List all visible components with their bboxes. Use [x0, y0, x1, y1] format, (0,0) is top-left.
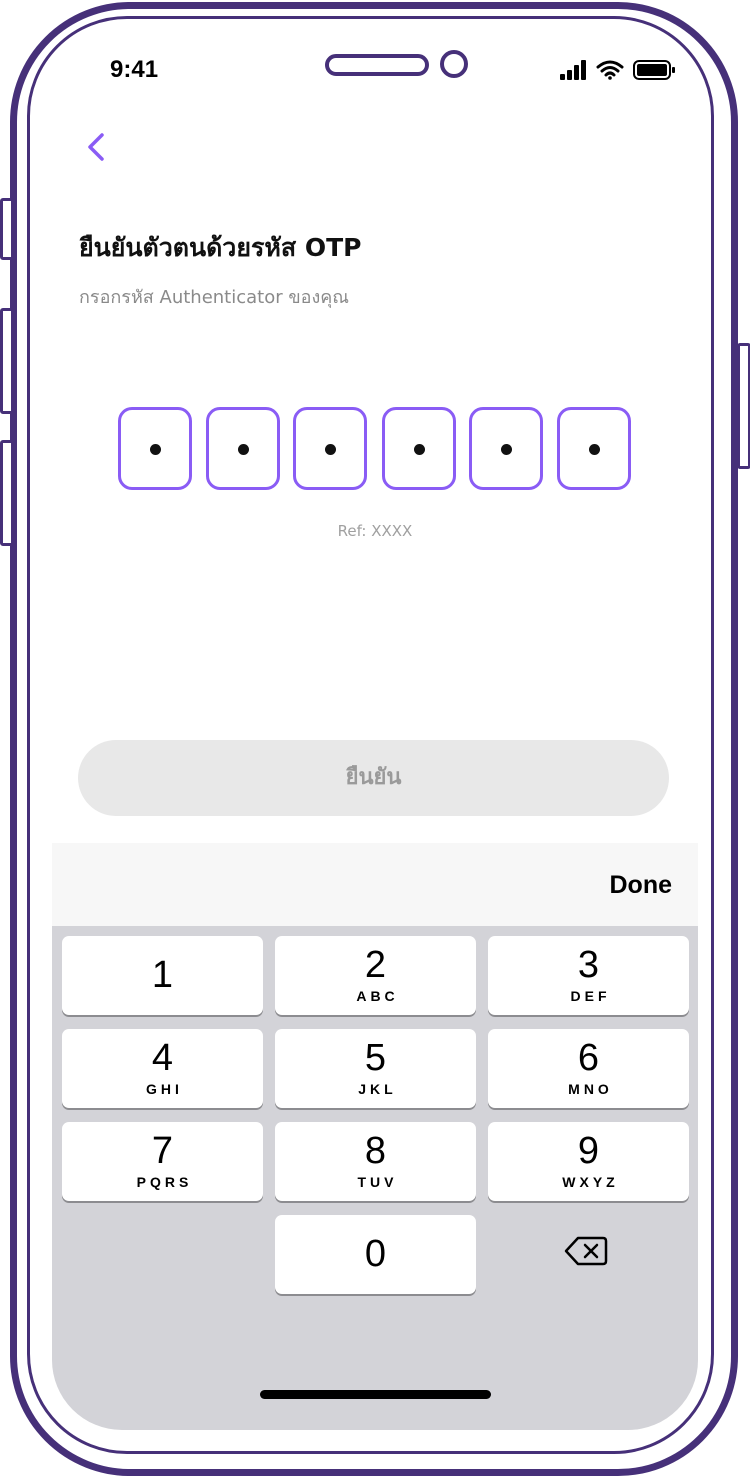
key-digit: 0: [364, 1233, 387, 1275]
key-digit: 6: [577, 1037, 600, 1079]
key-3[interactable]: 3 DEF: [488, 936, 689, 1015]
key-digit: 4: [151, 1037, 174, 1079]
key-digit: 5: [364, 1037, 387, 1079]
otp-digit-box[interactable]: [206, 407, 280, 490]
otp-masked-dot: [414, 444, 425, 455]
otp-masked-dot: [589, 444, 600, 455]
key-letters: JKL: [358, 1081, 397, 1097]
key-letters: GHI: [146, 1081, 183, 1097]
key-digit: 7: [151, 1130, 174, 1172]
keyboard-accessory-bar: Done: [52, 843, 698, 926]
otp-masked-dot: [325, 444, 336, 455]
home-indicator: [260, 1390, 491, 1399]
front-camera: [440, 50, 468, 78]
key-6[interactable]: 6 MNO: [488, 1029, 689, 1108]
key-1[interactable]: 1: [62, 936, 263, 1015]
key-5[interactable]: 5 JKL: [275, 1029, 476, 1108]
key-digit: 8: [364, 1130, 387, 1172]
key-letters: MNO: [568, 1081, 613, 1097]
otp-masked-dot: [238, 444, 249, 455]
page-title: ยืนยันตัวตนด้วยรหัส OTP: [79, 233, 362, 262]
otp-digit-box[interactable]: [382, 407, 456, 490]
backspace-button[interactable]: [564, 1235, 608, 1267]
key-letters: TUV: [357, 1174, 398, 1190]
key-letters: ABC: [356, 988, 399, 1004]
signal-icon: [560, 60, 586, 80]
otp-digit-box[interactable]: [118, 407, 192, 490]
numeric-keyboard: 1 2 ABC 3 DEF 4 GHI 5 JKL 6 MNO 7 PQRS 8…: [52, 926, 698, 1430]
side-button-left-2: [0, 308, 14, 414]
key-4[interactable]: 4 GHI: [62, 1029, 263, 1108]
otp-digit-box[interactable]: [557, 407, 631, 490]
key-8[interactable]: 8 TUV: [275, 1122, 476, 1201]
key-digit: 2: [364, 944, 387, 986]
otp-ref-text: Ref: XXXX: [337, 522, 413, 540]
chevron-left-icon: [88, 133, 104, 161]
side-button-right: [737, 343, 750, 469]
key-digit: 9: [577, 1130, 600, 1172]
page-subtitle: กรอกรหัส Authenticator ของคุณ: [79, 287, 350, 308]
otp-digit-box[interactable]: [469, 407, 543, 490]
key-letters: DEF: [570, 988, 611, 1004]
side-button-left-1: [0, 198, 14, 260]
backspace-icon: [564, 1236, 608, 1266]
otp-masked-dot: [501, 444, 512, 455]
key-0[interactable]: 0: [275, 1215, 476, 1294]
back-button[interactable]: [82, 130, 112, 164]
key-digit: 3: [577, 944, 600, 986]
key-letters: WXYZ: [562, 1174, 619, 1190]
otp-digit-box[interactable]: [293, 407, 367, 490]
key-9[interactable]: 9 WXYZ: [488, 1122, 689, 1201]
key-letters: PQRS: [136, 1174, 193, 1190]
side-button-left-3: [0, 440, 14, 546]
confirm-button[interactable]: ยืนยัน: [78, 740, 669, 816]
done-button[interactable]: Done: [610, 871, 673, 900]
speaker-grille: [325, 54, 429, 76]
status-icons: [558, 58, 678, 82]
key-7[interactable]: 7 PQRS: [62, 1122, 263, 1201]
wifi-icon: [596, 60, 624, 80]
otp-masked-dot: [150, 444, 161, 455]
screen: 9:41 ยืนยันตัวตนด้วยรหัส OTP กรอกรหัส Au…: [52, 40, 698, 1430]
status-time: 9:41: [110, 56, 159, 83]
key-digit: 1: [151, 954, 174, 996]
key-2[interactable]: 2 ABC: [275, 936, 476, 1015]
battery-icon: [633, 60, 675, 80]
